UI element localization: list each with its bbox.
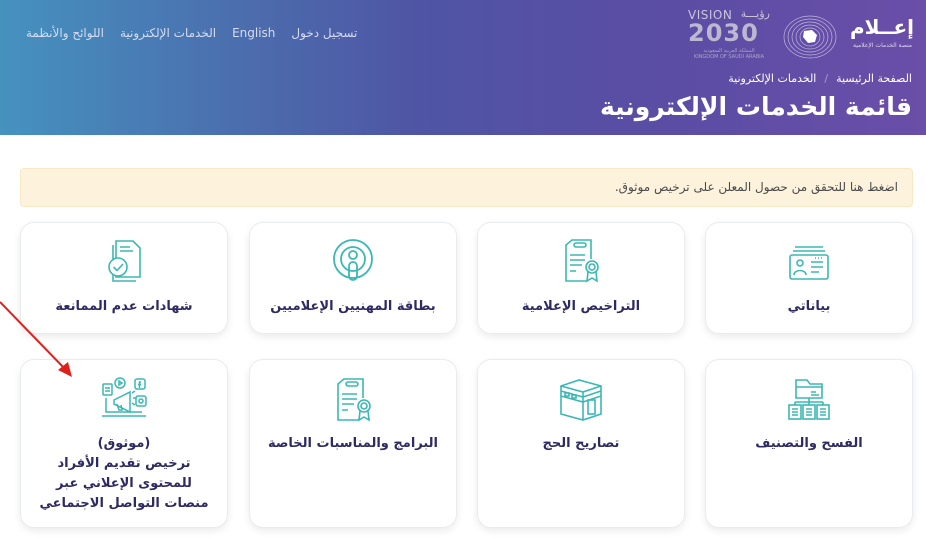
service-card-no-objection-certificates[interactable]: شهادات عدم الممانعة [20,222,228,334]
certificate-icon [337,378,371,422]
service-card-mawthooq-license[interactable]: (موثوق) ترخيص تقديم الأفراد للمحتوى الإع… [20,359,228,528]
kaaba-icon [560,379,602,421]
service-label: (موثوق) ترخيص تقديم الأفراد للمحتوى الإع… [39,436,209,511]
social-media-megaphone-icon [102,377,147,417]
saudi-map-rings-icon [783,15,837,59]
service-label: الفسح والتصنيف [755,436,863,451]
nav-e-services[interactable]: الخدمات الإلكترونية [120,26,216,40]
folder-tree-icon [788,379,830,420]
service-card-media-licenses[interactable]: التراخيص الإعلامية [477,222,685,334]
vision-2030-logo: VISION رؤيـــة 2030 المملكة العربية السع… [688,7,770,60]
breadcrumb-separator: / [824,72,829,85]
id-card-icon [789,246,829,280]
service-label: البرامج والمناسبات الخاصة [267,436,439,451]
document-check-icon [108,240,141,282]
service-card-private-events[interactable]: البرامج والمناسبات الخاصة [249,359,457,528]
service-card-hajj-permits[interactable]: تصاريح الحج [477,359,685,528]
page-title: قائمة الخدمات الإلكترونية [599,92,912,121]
service-card-my-data[interactable]: بياناتي [705,222,913,334]
nav-regulations[interactable]: اللوائح والأنظمة [26,26,104,40]
top-navigation: اللوائح والأنظمة الخدمات الإلكترونية Eng… [26,26,357,40]
nav-language-english[interactable]: English [232,26,275,40]
verify-license-alert[interactable]: اضغط هنا للتحقق من حصول المعلن على ترخيص… [20,168,913,207]
podcast-icon [333,239,373,281]
service-label: بياناتي [787,299,831,314]
service-card-classification[interactable]: الفسح والتصنيف [705,359,913,528]
breadcrumb: الصفحة الرئيسية / الخدمات الإلكترونية [728,72,912,85]
page-header: اللوائح والأنظمة الخدمات الإلكترونية Eng… [0,0,926,135]
breadcrumb-current: الخدمات الإلكترونية [728,72,817,85]
certificate-icon [565,239,599,283]
breadcrumb-home[interactable]: الصفحة الرئيسية [836,72,912,85]
logos: VISION رؤيـــة 2030 المملكة العربية السع… [688,7,914,66]
ilam-logo[interactable]: إعــلام منصة الخدمات الإعلامية [850,12,914,62]
service-label: شهادات عدم الممانعة [55,299,193,314]
service-card-media-professionals[interactable]: بطاقة المهنيين الإعلاميين [249,222,457,334]
service-label: تصاريح الحج [542,436,620,451]
nav-login[interactable]: تسجيل دخول [291,26,357,40]
service-label: التراخيص الإعلامية [521,299,641,314]
service-label: بطاقة المهنيين الإعلاميين [270,299,436,314]
